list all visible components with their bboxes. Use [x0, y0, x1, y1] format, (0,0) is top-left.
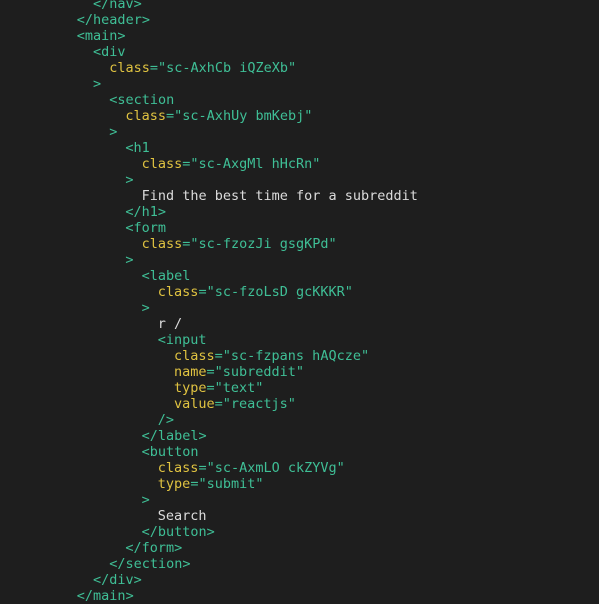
code-token-val: "sc-fzozJi gsgKPd"	[190, 236, 337, 252]
code-line: class="sc-AxhUy bmKebj"	[125, 108, 312, 124]
code-token-tag: </h1>	[125, 204, 167, 220]
code-token-attr: value	[174, 396, 215, 412]
code-line: </header>	[77, 12, 150, 28]
code-line: Find the best time for a subreddit	[142, 188, 418, 204]
code-token-txt: Find the best time for a subreddit	[141, 188, 418, 204]
code-token-tag: </button>	[141, 524, 215, 540]
code-token-attr: name	[174, 364, 207, 380]
code-token-val: "sc-AxhCb iQZeXb"	[157, 60, 297, 76]
code-token-punct: =	[198, 460, 207, 476]
code-line: </nav>	[93, 0, 142, 12]
code-token-val: "sc-AxgMl hHcRn"	[190, 156, 321, 172]
code-token-attr: type	[174, 380, 207, 396]
code-line: </label>	[142, 428, 207, 444]
code-token-tag: <main>	[76, 28, 126, 44]
code-token-attr: type	[157, 476, 191, 492]
code-token-tag: <input	[157, 332, 207, 348]
code-line: <div	[93, 44, 126, 60]
code-token-val: "reactjs"	[222, 396, 296, 412]
code-line: class="sc-AxhCb iQZeXb"	[109, 60, 296, 76]
code-line: <label	[142, 268, 191, 284]
code-token-attr: class	[157, 460, 199, 476]
code-line: >	[93, 76, 101, 92]
code-line: <form	[125, 220, 166, 236]
code-token-tag: <form	[125, 220, 167, 236]
code-token-tag: <h1	[125, 140, 150, 156]
code-line: class="sc-fzpans hAQcze"	[174, 348, 369, 364]
code-line: class="sc-fzozJi gsgKPd"	[142, 236, 337, 252]
code-token-attr: class	[174, 348, 215, 364]
code-line: class="sc-fzoLsD gcKKKR"	[158, 284, 353, 300]
code-line: type="submit"	[158, 476, 264, 492]
code-line: name="subreddit"	[174, 364, 304, 380]
code-token-tag: </header>	[76, 12, 150, 28]
code-token-punct: =	[166, 108, 175, 124]
code-line: />	[158, 412, 174, 428]
code-token-tag: >	[125, 252, 134, 268]
code-token-attr: class	[109, 60, 150, 76]
code-line: class="sc-AxgMl hHcRn"	[142, 156, 321, 172]
code-token-val: "sc-fzoLsD gcKKKR"	[206, 284, 353, 300]
code-token-val: "submit"	[198, 476, 264, 492]
code-line: >	[125, 252, 133, 268]
code-token-tag: </div>	[93, 572, 142, 588]
code-token-punct: =	[214, 348, 223, 364]
code-token-val: "text"	[214, 380, 264, 396]
code-token-attr: class	[125, 108, 167, 124]
code-token-val: "sc-AxmLO ckZYVg"	[206, 460, 345, 476]
code-line: >	[142, 492, 150, 508]
code-token-txt: Search	[157, 508, 207, 524]
code-token-tag: >	[93, 76, 102, 92]
code-token-punct: =	[149, 60, 158, 76]
code-token-tag: <section	[109, 92, 175, 108]
code-token-punct: =	[206, 380, 215, 396]
code-token-tag: >	[125, 172, 134, 188]
code-token-punct: =	[206, 364, 215, 380]
code-line: <main>	[77, 28, 126, 44]
code-line: </main>	[77, 588, 134, 604]
code-token-tag: <label	[141, 268, 191, 284]
code-viewer: </nav> </header> <main> <div class="sc-AxhCb…	[0, 0, 599, 604]
code-line: </div>	[93, 572, 142, 588]
code-line: >	[142, 300, 150, 316]
code-token-tag: </nav>	[93, 0, 142, 12]
code-line: </section>	[109, 556, 190, 572]
code-token-val: "subreddit"	[214, 364, 305, 380]
code-token-attr: class	[157, 284, 199, 300]
code-token-tag: <button	[141, 444, 199, 460]
code-token-txt: r /	[157, 316, 183, 332]
code-token-val: "sc-fzpans hAQcze"	[222, 348, 370, 364]
code-token-tag: </main>	[76, 588, 134, 604]
code-token-tag: </form>	[125, 540, 183, 556]
code-token-val: "sc-AxhUy bmKebj"	[174, 108, 313, 124]
code-token-tag: >	[109, 124, 118, 140]
code-token-punct: =	[214, 396, 223, 412]
code-line: Search	[158, 508, 207, 524]
code-token-tag: >	[141, 492, 150, 508]
code-line: type="text"	[174, 380, 263, 396]
code-token-tag: >	[141, 300, 150, 316]
code-line: class="sc-AxmLO ckZYVg"	[158, 460, 345, 476]
code-token-tag: </label>	[141, 428, 207, 444]
code-line: r /	[158, 316, 182, 332]
code-token-punct: =	[198, 284, 207, 300]
code-line: <section	[109, 92, 174, 108]
code-line: value="reactjs"	[174, 396, 296, 412]
code-token-tag: />	[157, 412, 175, 428]
code-line: </h1>	[125, 204, 166, 220]
code-line: >	[109, 124, 117, 140]
code-line: <input	[158, 332, 207, 348]
code-line: </button>	[142, 524, 215, 540]
code-line: <h1	[125, 140, 149, 156]
code-token-tag: <div	[93, 44, 126, 60]
code-line: >	[125, 172, 133, 188]
code-token-tag: </section>	[109, 556, 191, 572]
code-token-attr: class	[141, 156, 183, 172]
code-line: <button	[142, 444, 199, 460]
code-token-attr: class	[141, 236, 183, 252]
code-line: </form>	[125, 540, 182, 556]
